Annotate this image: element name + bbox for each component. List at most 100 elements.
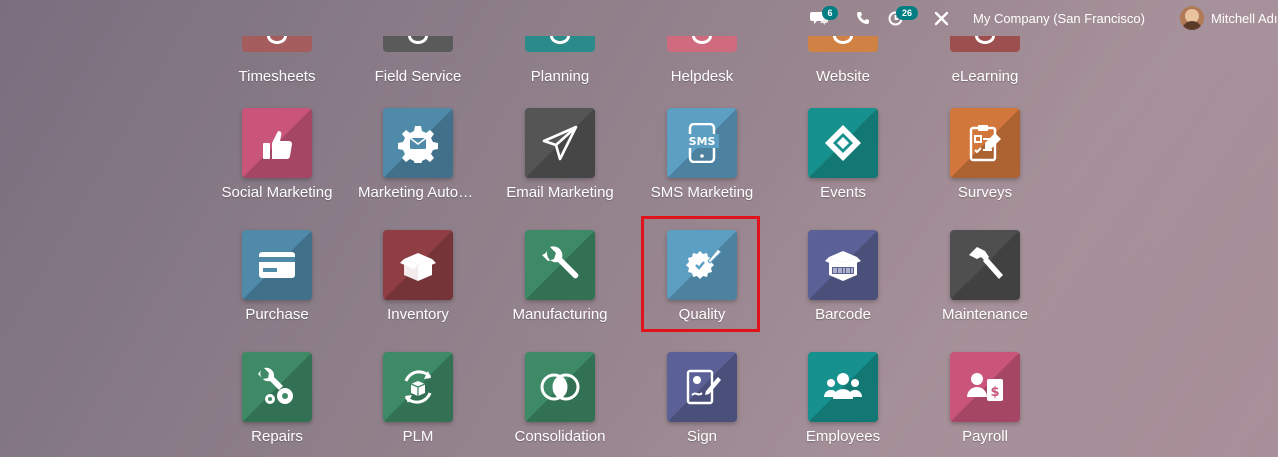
marketing-automation-tile[interactable] (383, 108, 453, 178)
sms-marketing-tile[interactable]: SMS (667, 108, 737, 178)
plm-tile[interactable] (383, 352, 453, 422)
events-tile[interactable] (808, 108, 878, 178)
social-marketing-tile[interactable] (242, 108, 312, 178)
app-employees[interactable]: Employees (783, 352, 903, 445)
activity-badge: 26 (896, 6, 918, 20)
phone-button[interactable] (856, 0, 870, 36)
app-label: SMS Marketing (650, 184, 754, 201)
app-consolidation[interactable]: Consolidation (500, 352, 620, 445)
messages-badge: 6 (822, 6, 838, 20)
app-field-service[interactable]: Field Service (358, 62, 478, 85)
app-label: Repairs (251, 428, 303, 445)
app-label: Timesheets (238, 68, 316, 85)
venn-circles-icon (540, 373, 580, 401)
app-label: Barcode (815, 306, 871, 323)
smartphone-sms-icon: SMS (685, 123, 719, 163)
app-label: Social Marketing (221, 184, 333, 201)
cycle-box-icon (404, 370, 432, 404)
repairs-tile[interactable] (242, 352, 312, 422)
company-name: My Company (San Francisco) (973, 10, 1145, 26)
inventory-tile[interactable] (383, 230, 453, 300)
maintenance-tile[interactable] (950, 230, 1020, 300)
app-label: Purchase (245, 306, 309, 323)
email-marketing-tile[interactable] (525, 108, 595, 178)
paper-plane-icon (542, 125, 578, 161)
ticket-icon (825, 125, 861, 161)
hammer-icon (969, 247, 1003, 279)
app-label: Maintenance (942, 306, 1028, 323)
app-purchase[interactable]: Purchase (217, 230, 337, 323)
manufacturing-tile[interactable] (525, 230, 595, 300)
app-marketing-automation[interactable]: Marketing Automat... (358, 108, 478, 201)
app-plm[interactable]: PLM (358, 352, 478, 445)
app-label: Planning (530, 68, 590, 85)
user-menu[interactable]: Mitchell Adı (1180, 0, 1277, 36)
gear-envelope-icon (398, 126, 438, 163)
app-repairs[interactable]: Repairs (217, 352, 337, 445)
app-elearning[interactable]: eLearning (925, 62, 1045, 85)
elearning-icon[interactable] (950, 36, 1020, 52)
tools-icon (934, 11, 949, 25)
app-timesheets[interactable]: Timesheets (217, 62, 337, 85)
credit-card-icon (259, 252, 295, 278)
app-label: Email Marketing (506, 184, 614, 201)
quality-seal-icon (686, 248, 722, 279)
signed-document-icon (686, 369, 721, 405)
box-barcode-icon (825, 251, 861, 281)
phone-icon (857, 12, 869, 24)
app-label: PLM (402, 428, 434, 445)
app-label: eLearning (951, 68, 1019, 85)
open-box-icon (400, 253, 436, 281)
app-website[interactable]: Website (783, 62, 903, 85)
employees-tile[interactable] (808, 352, 878, 422)
app-surveys[interactable]: Surveys (925, 108, 1045, 201)
app-label: Events (820, 184, 866, 201)
app-social-marketing[interactable]: Social Marketing (217, 108, 337, 201)
wrench-icon (542, 246, 579, 279)
app-barcode[interactable]: Barcode (783, 230, 903, 323)
app-email-marketing[interactable]: Email Marketing (500, 108, 620, 201)
website-icon[interactable] (808, 36, 878, 52)
app-sign[interactable]: Sign (642, 352, 762, 445)
app-events[interactable]: Events (783, 108, 903, 201)
field-service-icon[interactable] (383, 36, 453, 52)
app-label: Website (816, 68, 870, 85)
app-helpdesk[interactable]: Helpdesk (642, 62, 762, 85)
user-name: Mitchell Adı (1211, 10, 1278, 26)
app-planning[interactable]: Planning (500, 62, 620, 85)
debug-tools-button[interactable] (934, 0, 949, 36)
app-label: Sign (686, 428, 718, 445)
app-label: Manufacturing (512, 306, 608, 323)
payroll-tile[interactable]: $ (950, 352, 1020, 422)
planning-icon[interactable] (525, 36, 595, 52)
app-payroll[interactable]: $ Payroll (925, 352, 1045, 445)
svg-text:$: $ (990, 385, 999, 400)
app-manufacturing[interactable]: Manufacturing (500, 230, 620, 323)
app-label: Surveys (957, 184, 1013, 201)
barcode-tile[interactable] (808, 230, 878, 300)
svg-text:SMS: SMS (689, 135, 716, 148)
app-sms-marketing[interactable]: SMS SMS Marketing (642, 108, 762, 201)
sign-tile[interactable] (667, 352, 737, 422)
person-payslip-icon: $ (967, 373, 1003, 401)
app-label: Marketing Automat... (358, 184, 478, 201)
app-label: Inventory (387, 306, 449, 323)
people-group-icon (823, 373, 863, 399)
timesheets-icon[interactable] (242, 36, 312, 52)
purchase-tile[interactable] (242, 230, 312, 300)
wrench-gears-icon (258, 367, 293, 404)
thumbs-up-icon (263, 131, 292, 159)
top-navbar: 6 26 My Company (San Francisco) Mitchell… (0, 0, 1278, 36)
app-inventory[interactable]: Inventory (358, 230, 478, 323)
app-label: Field Service (374, 68, 462, 85)
avatar (1180, 6, 1204, 30)
helpdesk-icon[interactable] (667, 36, 737, 52)
app-label: Employees (805, 428, 881, 445)
surveys-tile[interactable] (950, 108, 1020, 178)
background-sheen (0, 0, 1278, 457)
app-maintenance[interactable]: Maintenance (925, 230, 1045, 323)
clipboard-checklist-icon (969, 125, 1001, 162)
consolidation-tile[interactable] (525, 352, 595, 422)
company-switcher[interactable]: My Company (San Francisco) (973, 0, 1145, 36)
app-label: Consolidation (514, 428, 606, 445)
